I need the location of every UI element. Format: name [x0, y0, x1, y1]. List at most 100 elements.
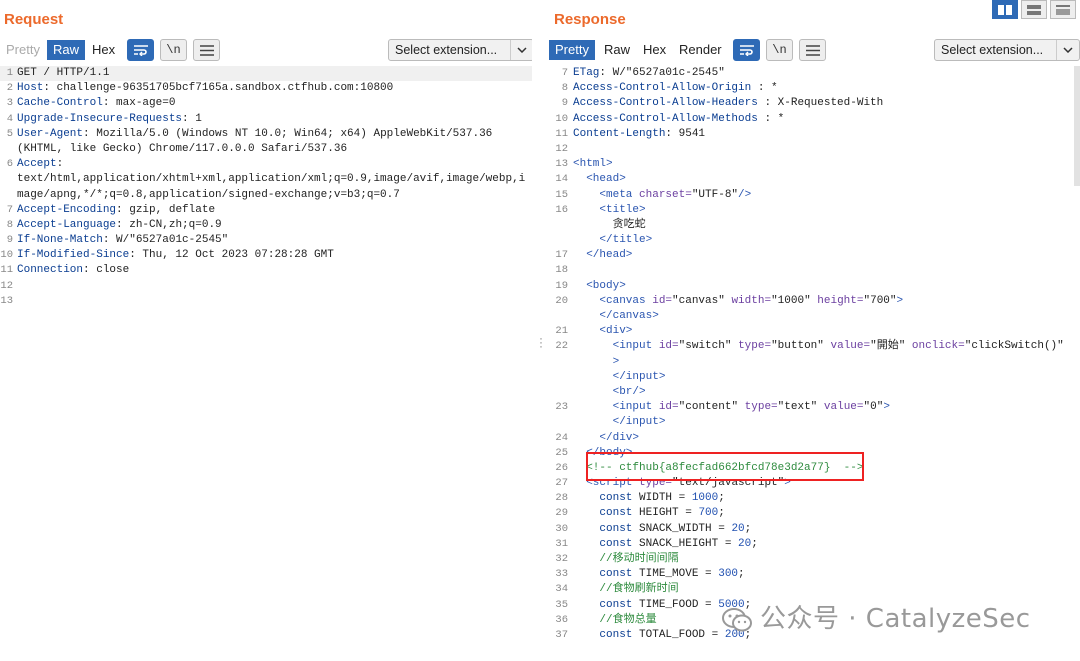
- line-code: <canvas id="canvas" width="1000" height=…: [573, 294, 903, 309]
- code-token: "content": [678, 401, 745, 414]
- code-token: text/html,application/xhtml+xml,applicat…: [17, 173, 526, 186]
- code-token: const: [573, 492, 640, 505]
- hamburger-icon: [199, 44, 214, 56]
- code-token: SNACK_WIDTH =: [639, 522, 732, 535]
- response-code-line: </canvas>: [548, 309, 1080, 324]
- code-token: Host: [17, 82, 44, 95]
- request-menu-button[interactable]: [193, 39, 220, 61]
- line-number: 8: [6, 218, 13, 231]
- request-extension-select[interactable]: Select extension...: [388, 39, 532, 61]
- request-toolbar: Pretty Raw Hex \n Select extension...: [0, 38, 532, 62]
- code-token: (KHTML, like Gecko) Chrome/117.0.0.0 Saf…: [17, 142, 348, 155]
- request-code-line: text/html,application/xhtml+xml,applicat…: [0, 172, 532, 187]
- code-token: TOTAL_FOOD =: [639, 628, 725, 641]
- code-token: id=: [652, 294, 673, 307]
- code-token: : zh-CN,zh;q=0.9: [116, 218, 222, 231]
- code-token: onclick=: [911, 340, 965, 353]
- line-code: Host: challenge-96351705bcf7165a.sandbox…: [17, 81, 393, 96]
- code-token: : *: [751, 82, 778, 95]
- request-code-line: 5 User-Agent: Mozilla/5.0 (Windows NT 10.…: [0, 127, 532, 142]
- line-number: 24: [555, 431, 568, 444]
- response-code-line: 14 <head>: [548, 172, 1080, 187]
- line-number: 13: [0, 294, 13, 307]
- code-token: ;: [738, 568, 745, 581]
- code-token: <br/>: [573, 385, 646, 398]
- request-code-line: 13: [0, 294, 532, 309]
- response-menu-button[interactable]: [799, 39, 826, 61]
- line-number: 27: [555, 477, 568, 490]
- request-editor[interactable]: 1 GET / HTTP/1.1 2 Host: challenge-96351705…: [0, 66, 532, 661]
- code-token: : 9541: [665, 127, 706, 140]
- code-token: </div>: [573, 431, 640, 444]
- code-token: If-None-Match: [17, 234, 103, 247]
- response-tab-render[interactable]: Render: [673, 40, 728, 60]
- response-code-line: 33 const TIME_MOVE = 300;: [548, 567, 1080, 582]
- line-code: <head>: [573, 172, 626, 187]
- response-code-line: 29 const HEIGHT = 700;: [548, 506, 1080, 521]
- response-code-line: 12: [548, 142, 1080, 157]
- response-scrollbar[interactable]: [1074, 66, 1080, 186]
- request-wrap-button[interactable]: [127, 39, 154, 61]
- line-code: Accept-Encoding: gzip, deflate: [17, 203, 215, 218]
- code-token: //食物总量: [573, 613, 657, 626]
- code-token: <input: [573, 340, 659, 353]
- code-token: <div>: [573, 325, 633, 338]
- line-number: 37: [555, 628, 568, 641]
- code-token: id=: [658, 340, 679, 353]
- request-tab-pretty[interactable]: Pretty: [0, 40, 46, 60]
- request-code-line: 8 Accept-Language: zh-CN,zh;q=0.9: [0, 218, 532, 233]
- response-code-line: </input>: [548, 370, 1080, 385]
- line-number: 29: [555, 507, 568, 520]
- code-token: </canvas>: [573, 310, 659, 322]
- response-newline-button[interactable]: \n: [766, 39, 793, 61]
- request-code-line: 3 Cache-Control: max-age=0: [0, 96, 532, 111]
- line-number: 11: [0, 264, 13, 277]
- line-number: 21: [555, 325, 568, 338]
- response-wrap-button[interactable]: [733, 39, 760, 61]
- line-number: 14: [555, 173, 568, 186]
- request-tab-raw[interactable]: Raw: [47, 40, 86, 60]
- response-code-line: 19 <body>: [548, 279, 1080, 294]
- code-token: Accept-Language: [17, 218, 117, 231]
- line-code: 贪吃蛇: [573, 218, 646, 233]
- response-code-line: 31 const SNACK_HEIGHT = 20;: [548, 537, 1080, 552]
- code-token: 贪吃蛇: [573, 218, 646, 231]
- line-number: 34: [555, 583, 568, 596]
- line-code: const SNACK_WIDTH = 20;: [573, 522, 751, 537]
- response-code-line: 10 Access-Control-Allow-Methods : *: [548, 112, 1080, 127]
- line-number: 23: [555, 401, 568, 414]
- response-tab-raw[interactable]: Raw: [598, 40, 636, 60]
- response-editor[interactable]: 7 ETag: W/"6527a01c-2545" 8 Access-Control-…: [548, 66, 1080, 661]
- code-token: >: [896, 294, 904, 307]
- line-code: User-Agent: Mozilla/5.0 (Windows NT 10.0…: [17, 127, 492, 142]
- drag-handle-icon[interactable]: · · ·: [539, 332, 543, 352]
- code-token: SNACK_HEIGHT =: [639, 537, 739, 550]
- request-tab-hex[interactable]: Hex: [86, 40, 121, 60]
- code-token: id=: [658, 401, 679, 414]
- response-code-line: 18: [548, 263, 1080, 278]
- line-number: 32: [555, 553, 568, 565]
- line-number: 5: [6, 127, 13, 140]
- code-token: </input>: [573, 370, 666, 383]
- code-token: Upgrade-Insecure-Requests: [17, 112, 183, 125]
- line-number: 31: [555, 537, 568, 550]
- line-code: </input>: [573, 370, 666, 385]
- request-code-line: 2 Host: challenge-96351705bcf7165a.sandbo…: [0, 81, 532, 96]
- chevron-down-icon: [510, 40, 532, 60]
- response-code-line: >: [548, 355, 1080, 370]
- response-code-line: <br/>: [548, 385, 1080, 400]
- code-token: Content-Length: [573, 127, 666, 140]
- line-number: 30: [555, 522, 568, 535]
- line-code: //移动时间间隔: [573, 552, 678, 567]
- request-newline-button[interactable]: \n: [160, 39, 187, 61]
- response-tab-hex[interactable]: Hex: [637, 40, 672, 60]
- response-code-line: </input>: [548, 415, 1080, 430]
- code-token: >: [883, 401, 890, 414]
- response-tab-pretty[interactable]: Pretty: [549, 40, 595, 60]
- response-extension-select[interactable]: Select extension...: [934, 39, 1080, 61]
- request-code-line: 9 If-None-Match: W/"6527a01c-2545": [0, 233, 532, 248]
- code-token: Access-Control-Allow-Methods: [573, 112, 758, 125]
- line-code: <title>: [573, 203, 645, 218]
- code-token: <meta: [573, 188, 640, 201]
- code-token: If-Modified-Since: [17, 249, 130, 262]
